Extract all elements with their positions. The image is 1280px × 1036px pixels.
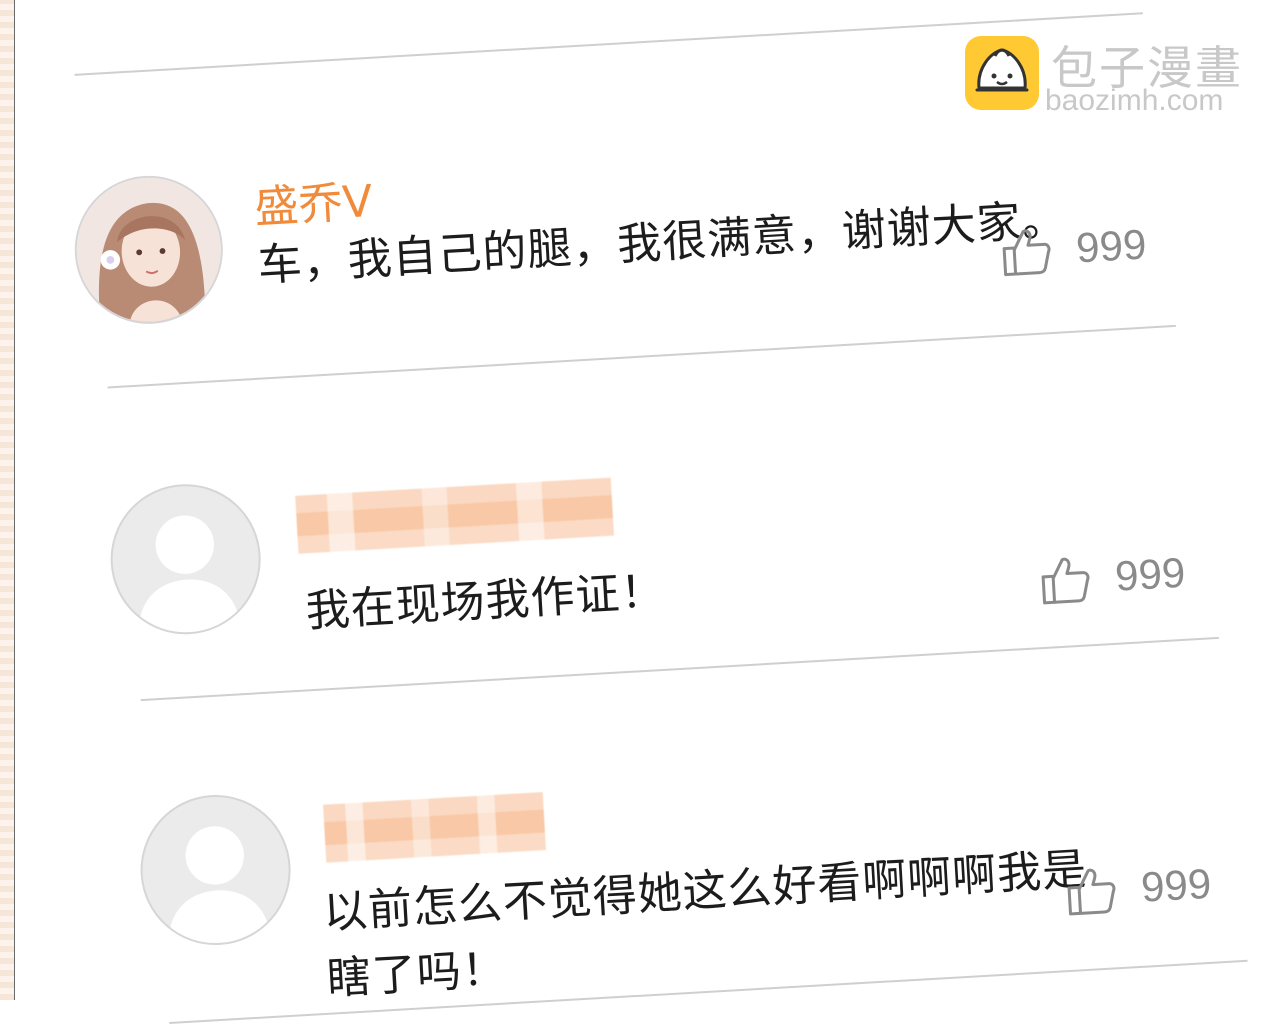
divider bbox=[140, 636, 1219, 702]
watermark-domain: baozimh.com bbox=[1045, 84, 1224, 117]
username[interactable]: 盛乔V bbox=[252, 165, 374, 236]
thumbs-up-icon bbox=[1041, 557, 1090, 605]
blurred-username[interactable] bbox=[295, 477, 615, 554]
like-count: 999 bbox=[1074, 220, 1148, 272]
like-button[interactable]: 999 bbox=[997, 216, 1148, 280]
blurred-username[interactable] bbox=[323, 792, 546, 863]
comment-text: 我在现场我作证！ bbox=[304, 565, 667, 638]
watermark: 包子漫畫 baozimh.com bbox=[965, 32, 1265, 122]
thumbs-up-icon bbox=[1067, 868, 1116, 916]
thumbs-up-icon bbox=[1002, 229, 1051, 277]
default-user-avatar-icon bbox=[138, 515, 242, 636]
comment-text: 瞎了吗！ bbox=[325, 943, 509, 1005]
avatar[interactable] bbox=[136, 790, 295, 950]
avatar[interactable] bbox=[106, 480, 265, 639]
like-button[interactable]: 999 bbox=[1036, 545, 1187, 609]
divider bbox=[107, 324, 1176, 389]
like-count: 999 bbox=[1113, 548, 1187, 600]
comment-feed: 盛乔V 车，我自己的腿，我很满意，谢谢大家。 999 我在现场我作证！ 999 … bbox=[0, 0, 1280, 1036]
bun-logo-icon bbox=[965, 36, 1039, 110]
like-count: 999 bbox=[1139, 859, 1213, 911]
like-button[interactable]: 999 bbox=[1062, 856, 1213, 920]
illustrated-girl-avatar-icon bbox=[72, 173, 225, 326]
avatar[interactable] bbox=[70, 171, 227, 328]
comment-text: 车，我自己的腿，我很满意，谢谢大家。 bbox=[256, 194, 1069, 292]
default-user-avatar-icon bbox=[168, 826, 272, 946]
